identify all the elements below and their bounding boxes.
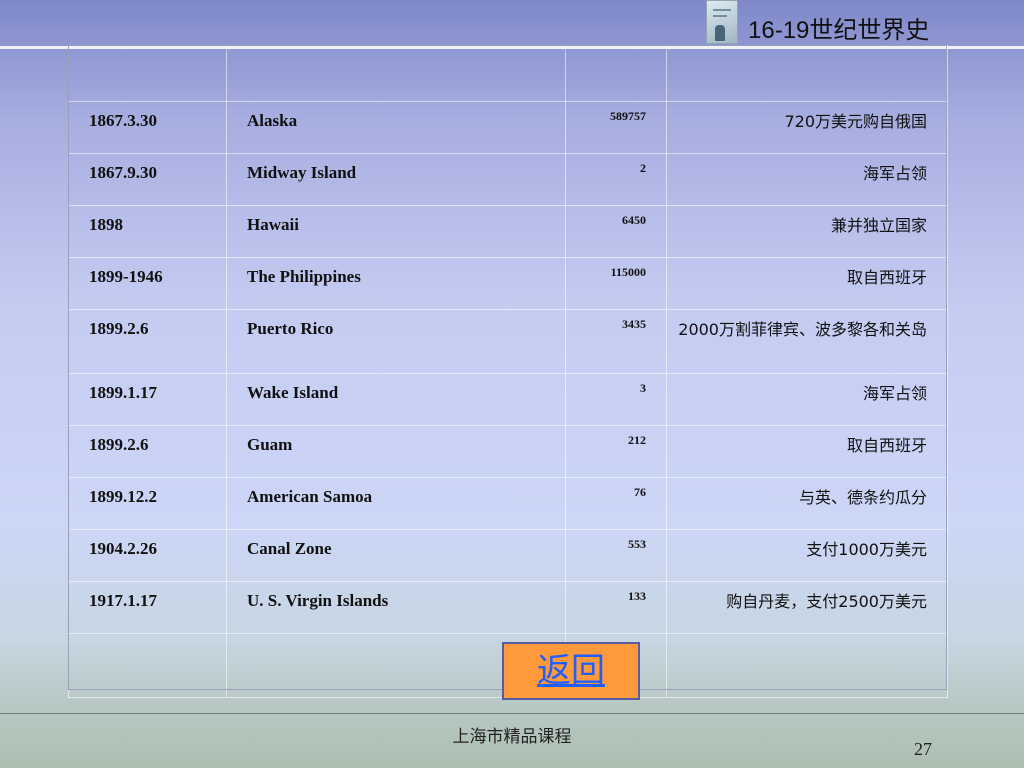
table-row: 1867.3.30 Alaska 589757 720万美元购自俄国 (68, 101, 948, 154)
book-cover-icon (706, 0, 738, 44)
territory-table: 1867.3.30 Alaska 589757 720万美元购自俄国 1867.… (68, 45, 948, 698)
date-cell: 1899.1.17 (68, 373, 227, 426)
table-cell (666, 633, 948, 698)
place-cell: Wake Island (226, 373, 566, 426)
place-cell: American Samoa (226, 477, 566, 530)
note-cell: 取自西班牙 (666, 425, 948, 478)
place-cell: The Philippines (226, 257, 566, 310)
area-cell: 133 (565, 581, 667, 634)
table-row: 1904.2.26 Canal Zone 553 支付1000万美元 (68, 529, 948, 582)
table-row: 1899.1.17 Wake Island 3 海军占领 (68, 373, 948, 426)
date-cell: 1899.2.6 (68, 425, 227, 478)
slide-title: 16-19世纪世界史 (748, 17, 930, 44)
back-button[interactable]: 返回 (502, 642, 640, 700)
table-row: 1899.2.6 Puerto Rico 3435 2000万割菲律宾、波多黎各… (68, 309, 948, 374)
area-cell: 589757 (565, 101, 667, 154)
date-cell: 1899.12.2 (68, 477, 227, 530)
note-cell: 购自丹麦，支付2500万美元 (666, 581, 948, 634)
place-cell: Hawaii (226, 205, 566, 258)
date-cell: 1867.3.30 (68, 101, 227, 154)
date-cell: 1867.9.30 (68, 153, 227, 206)
place-cell: Canal Zone (226, 529, 566, 582)
area-cell: 553 (565, 529, 667, 582)
table-cell (226, 45, 566, 102)
area-cell: 3 (565, 373, 667, 426)
date-cell: 1899-1946 (68, 257, 227, 310)
area-cell: 76 (565, 477, 667, 530)
place-cell: Alaska (226, 101, 566, 154)
table-cell (565, 45, 667, 102)
table-row: 1899.12.2 American Samoa 76 与英、德条约瓜分 (68, 477, 948, 530)
place-cell: Midway Island (226, 153, 566, 206)
area-cell: 2 (565, 153, 667, 206)
area-cell: 115000 (565, 257, 667, 310)
table-row: 1917.1.17 U. S. Virgin Islands 133 购自丹麦，… (68, 581, 948, 634)
note-cell: 兼并独立国家 (666, 205, 948, 258)
note-cell: 海军占领 (666, 373, 948, 426)
note-cell: 取自西班牙 (666, 257, 948, 310)
note-cell: 支付1000万美元 (666, 529, 948, 582)
footer-course-name: 上海市精品课程 (452, 727, 572, 747)
table-row: 1898 Hawaii 6450 兼并独立国家 (68, 205, 948, 258)
footer-rule (0, 713, 1024, 714)
table-cell (68, 633, 227, 698)
table-row: 1899-1946 The Philippines 115000 取自西班牙 (68, 257, 948, 310)
table-cell (666, 45, 948, 102)
date-cell: 1904.2.26 (68, 529, 227, 582)
place-cell: Guam (226, 425, 566, 478)
date-cell: 1899.2.6 (68, 309, 227, 374)
table-row: 1867.9.30 Midway Island 2 海军占领 (68, 153, 948, 206)
place-cell: Puerto Rico (226, 309, 566, 374)
area-cell: 6450 (565, 205, 667, 258)
date-cell: 1898 (68, 205, 227, 258)
note-cell: 海军占领 (666, 153, 948, 206)
place-cell: U. S. Virgin Islands (226, 581, 566, 634)
date-cell: 1917.1.17 (68, 581, 227, 634)
note-cell: 与英、德条约瓜分 (666, 477, 948, 530)
note-cell: 720万美元购自俄国 (666, 101, 948, 154)
page-number: 27 (914, 739, 932, 759)
area-cell: 3435 (565, 309, 667, 374)
table-cell (68, 45, 227, 102)
area-cell: 212 (565, 425, 667, 478)
table-row: 1899.2.6 Guam 212 取自西班牙 (68, 425, 948, 478)
note-cell: 2000万割菲律宾、波多黎各和关岛 (666, 309, 948, 374)
table-header-row (68, 45, 948, 102)
